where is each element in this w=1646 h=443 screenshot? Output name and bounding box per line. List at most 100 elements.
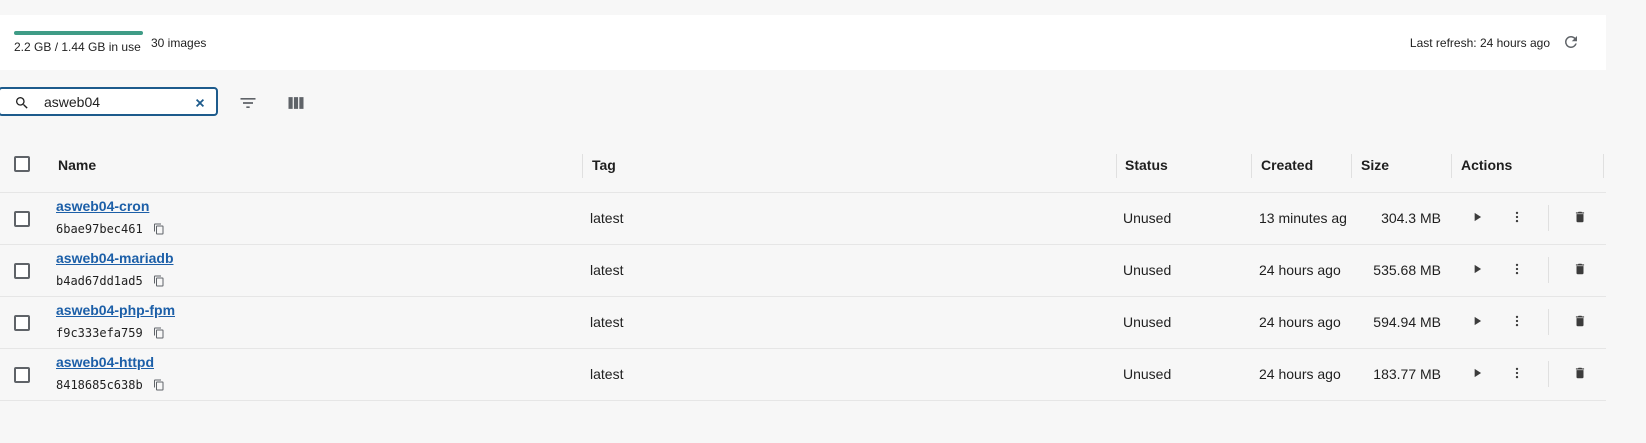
delete-button[interactable]	[1573, 262, 1587, 281]
table-row: asweb04-php-fpm f9c333efa759 latest Unus…	[0, 297, 1606, 349]
image-status: Unused	[1123, 262, 1172, 278]
image-name-link[interactable]: asweb04-cron	[56, 198, 149, 214]
images-table: Name Tag Status Created Size Actions asw…	[0, 140, 1606, 401]
trash-icon	[1575, 367, 1585, 379]
search-icon	[16, 97, 28, 109]
actions-divider	[1548, 361, 1549, 387]
column-header-size[interactable]: Size	[1361, 157, 1389, 173]
image-created: 13 minutes ag	[1259, 210, 1347, 226]
image-id: 8418685c638b	[56, 378, 143, 392]
image-tag: latest	[590, 314, 624, 330]
play-icon	[1474, 316, 1482, 326]
column-header-name[interactable]: Name	[58, 157, 96, 173]
filter-button[interactable]	[238, 93, 258, 118]
column-divider	[1251, 154, 1252, 178]
column-header-actions: Actions	[1461, 157, 1513, 173]
column-header-status[interactable]: Status	[1125, 157, 1168, 173]
more-actions-button[interactable]	[1510, 314, 1524, 333]
copy-icon	[154, 275, 164, 287]
image-created: 24 hours ago	[1259, 366, 1341, 382]
column-divider	[1116, 154, 1117, 178]
image-count: 30 images	[151, 36, 207, 50]
copy-icon	[154, 327, 164, 339]
column-divider	[1603, 154, 1604, 178]
table-row: asweb04-httpd 8418685c638b latest Unused…	[0, 349, 1606, 401]
clear-search-button[interactable]	[194, 96, 206, 114]
delete-button[interactable]	[1573, 314, 1587, 333]
image-tag: latest	[590, 366, 624, 382]
play-icon	[1474, 368, 1482, 378]
row-checkbox[interactable]	[14, 367, 30, 383]
row-checkbox[interactable]	[14, 315, 30, 331]
table-header: Name Tag Status Created Size Actions	[0, 140, 1606, 193]
disk-usage-fill	[14, 31, 143, 35]
image-name-link[interactable]: asweb04-mariadb	[56, 250, 174, 266]
column-header-created[interactable]: Created	[1261, 157, 1313, 173]
disk-usage-bar	[14, 31, 143, 35]
last-refresh-text: Last refresh: 24 hours ago	[1409, 36, 1550, 50]
table-body: asweb04-cron 6bae97bec461 latest Unused …	[0, 193, 1606, 401]
copy-id-button[interactable]	[153, 274, 165, 292]
more-actions-button[interactable]	[1510, 366, 1524, 385]
image-name-link[interactable]: asweb04-httpd	[56, 354, 154, 370]
delete-button[interactable]	[1573, 210, 1587, 229]
more-vert-icon	[1515, 211, 1519, 223]
run-button[interactable]	[1470, 314, 1484, 333]
disk-usage-text: 2.2 GB / 1.44 GB in use	[14, 40, 141, 54]
image-size: 535.68 MB	[1373, 262, 1441, 278]
image-size: 594.94 MB	[1373, 314, 1441, 330]
copy-icon	[154, 223, 164, 235]
image-id: b4ad67dd1ad5	[56, 274, 143, 288]
columns-button[interactable]	[286, 93, 306, 118]
image-size: 304.3 MB	[1381, 210, 1441, 226]
play-icon	[1474, 212, 1482, 222]
image-name-link[interactable]: asweb04-php-fpm	[56, 302, 175, 318]
image-status: Unused	[1123, 314, 1172, 330]
search-field[interactable]	[0, 87, 218, 116]
trash-icon	[1575, 263, 1585, 275]
more-vert-icon	[1515, 315, 1519, 327]
image-created: 24 hours ago	[1259, 314, 1341, 330]
storage-summary-bar: 2.2 GB / 1.44 GB in use 30 images Last r…	[0, 15, 1606, 70]
run-button[interactable]	[1470, 366, 1484, 385]
run-button[interactable]	[1470, 210, 1484, 229]
image-tag: latest	[590, 210, 624, 226]
row-checkbox[interactable]	[14, 263, 30, 279]
refresh-icon	[1564, 35, 1577, 48]
more-vert-icon	[1515, 367, 1519, 379]
play-icon	[1474, 264, 1482, 274]
image-created: 24 hours ago	[1259, 262, 1341, 278]
column-divider	[582, 154, 583, 178]
trash-icon	[1575, 211, 1585, 223]
table-row: asweb04-cron 6bae97bec461 latest Unused …	[0, 193, 1606, 245]
column-divider	[1351, 154, 1352, 178]
image-status: Unused	[1123, 210, 1172, 226]
actions-divider	[1548, 205, 1549, 231]
actions-divider	[1548, 309, 1549, 335]
image-status: Unused	[1123, 366, 1172, 382]
trash-icon	[1575, 315, 1585, 327]
image-size: 183.77 MB	[1373, 366, 1441, 382]
close-icon	[195, 98, 205, 108]
image-tag: latest	[590, 262, 624, 278]
more-actions-button[interactable]	[1510, 210, 1524, 229]
filter-icon	[240, 98, 256, 108]
copy-id-button[interactable]	[153, 378, 165, 396]
table-row: asweb04-mariadb b4ad67dd1ad5 latest Unus…	[0, 245, 1606, 297]
delete-button[interactable]	[1573, 366, 1587, 385]
run-button[interactable]	[1470, 262, 1484, 281]
refresh-button[interactable]	[1560, 31, 1582, 53]
copy-id-button[interactable]	[153, 222, 165, 240]
more-actions-button[interactable]	[1510, 262, 1524, 281]
select-all-checkbox[interactable]	[14, 156, 30, 172]
search-input[interactable]	[44, 93, 184, 111]
copy-id-button[interactable]	[153, 326, 165, 344]
columns-icon	[288, 97, 304, 109]
row-checkbox[interactable]	[14, 211, 30, 227]
copy-icon	[154, 379, 164, 391]
column-divider	[1451, 154, 1452, 178]
image-id: f9c333efa759	[56, 326, 143, 340]
more-vert-icon	[1515, 263, 1519, 275]
actions-divider	[1548, 257, 1549, 283]
column-header-tag[interactable]: Tag	[592, 157, 616, 173]
